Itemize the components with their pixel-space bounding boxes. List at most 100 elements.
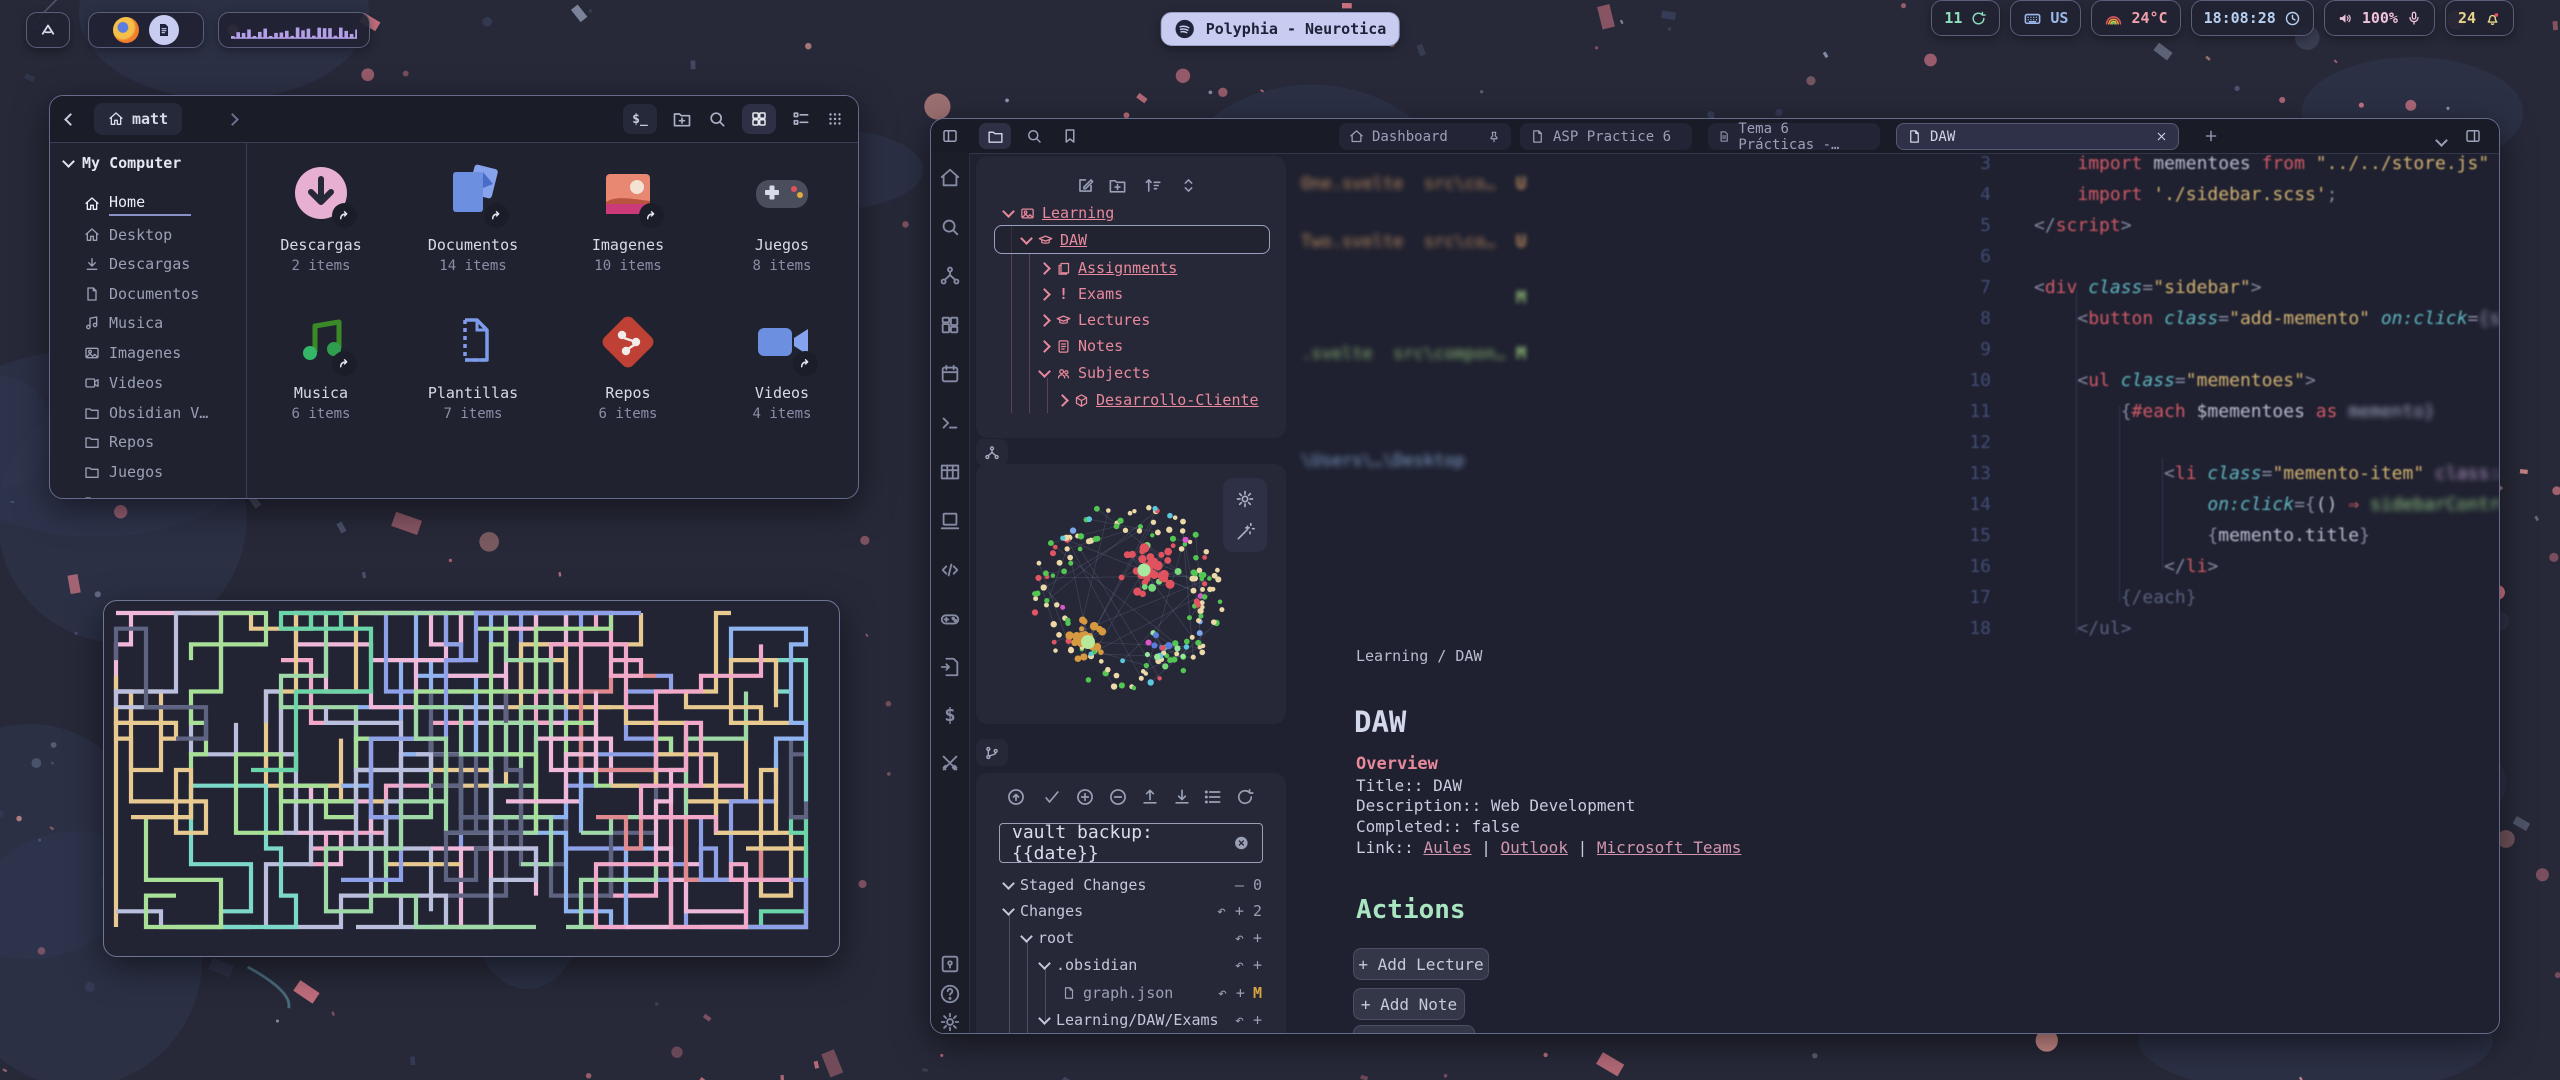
add-lecture-button[interactable]: + Add Lecture (1353, 948, 1489, 980)
sidebar-item-repos[interactable]: Repos (84, 430, 154, 454)
tree-item-learning[interactable]: Learning (1004, 201, 1114, 225)
ribbon-home-icon[interactable] (939, 167, 961, 189)
forward-button[interactable] (228, 109, 237, 128)
graph-view-button[interactable] (976, 439, 1008, 466)
volume-widget[interactable]: 100% (2324, 0, 2435, 36)
git-row-controls[interactable]: ↶ + (1218, 984, 1245, 1002)
git-panel-button[interactable] (976, 739, 1008, 766)
updates-widget[interactable]: 11 (1931, 0, 2000, 36)
git-commit-push-icon[interactable] (1006, 787, 1026, 807)
help-icon[interactable] (939, 983, 961, 1005)
ribbon-table-icon[interactable] (939, 461, 961, 483)
list-view-button[interactable] (791, 109, 811, 129)
git-row-controls[interactable]: ↶ + (1235, 956, 1262, 974)
commit-message-input[interactable]: vault backup: {{date}} (999, 823, 1263, 863)
fm-sidebar-header[interactable]: My Computer (64, 154, 181, 172)
folder-descargas[interactable]: Descargas2 items (246, 162, 396, 274)
graph-wand-icon[interactable] (1235, 522, 1255, 542)
ribbon-swords-icon[interactable] (939, 752, 961, 774)
folder-tab-button[interactable] (979, 123, 1011, 149)
firefox-icon[interactable] (113, 17, 139, 43)
ribbon-code-icon[interactable] (939, 559, 961, 581)
git-row-controls[interactable]: ↶ + 2 (1217, 902, 1262, 920)
git-row-controls[interactable]: ↶ + (1235, 929, 1262, 947)
new-folder-button[interactable] (672, 109, 692, 129)
toggle-left-sidebar-icon[interactable] (941, 127, 959, 145)
new-note-icon[interactable] (1076, 176, 1095, 195)
ribbon-calendar-icon[interactable] (939, 363, 961, 385)
sidebar-item-videos[interactable]: Videos (84, 371, 163, 395)
folder-videos[interactable]: Videos4 items (707, 310, 857, 422)
ribbon-canvas-icon[interactable] (939, 314, 961, 336)
tree-item-desarrollo-cliente[interactable]: Desarrollo-Cliente (1058, 388, 1259, 412)
settings-icon[interactable] (939, 1011, 961, 1033)
sidebar-item-imagenes[interactable]: Imagenes (84, 341, 181, 365)
note-breadcrumb[interactable]: Learning / DAW (1356, 647, 1482, 665)
sidebar-item-descargas[interactable]: Descargas (84, 252, 190, 276)
folder-musica[interactable]: Musica6 items (246, 310, 396, 422)
git-row-staged[interactable]: Staged Changes — 0 (1004, 873, 1286, 897)
sidebar-item-obsidian-vault[interactable]: Obsidian V… (84, 401, 208, 425)
tree-item-notes[interactable]: Notes (1040, 334, 1123, 358)
folder-plantillas[interactable]: Plantillas7 items (398, 310, 548, 422)
new-folder-icon[interactable] (1108, 176, 1127, 195)
sidebar-item-partial[interactable] (84, 490, 100, 499)
tree-item-lectures[interactable]: Lectures (1040, 308, 1150, 332)
back-button[interactable] (66, 109, 75, 128)
ribbon-gamepad-icon[interactable] (939, 608, 961, 630)
add-note-button[interactable]: + Add Note (1353, 988, 1465, 1020)
link-aules[interactable]: Aules (1423, 838, 1471, 857)
ribbon-terminal-icon[interactable] (939, 412, 961, 434)
git-commit-icon[interactable] (1042, 787, 1062, 807)
link-microsoft-teams[interactable]: Microsoft Teams (1597, 838, 1742, 857)
git-row-graph-json[interactable]: graph.json ↶ +M (1062, 981, 1286, 1005)
clear-input-icon[interactable] (1233, 834, 1250, 852)
git-row-root[interactable]: root ↶ + (1022, 926, 1286, 950)
link-outlook[interactable]: Outlook (1501, 838, 1568, 857)
folder-repos[interactable]: Repos6 items (553, 310, 703, 422)
git-pull-icon[interactable] (1172, 787, 1192, 807)
git-refresh-icon[interactable] (1235, 787, 1255, 807)
git-unstage-all-icon[interactable] (1108, 787, 1128, 807)
search-tab-icon[interactable] (1025, 127, 1043, 145)
breadcrumb[interactable]: matt (94, 103, 182, 135)
folder-documentos[interactable]: Documentos14 items (398, 162, 548, 274)
tree-item-daw[interactable]: DAW (1022, 228, 1087, 252)
ribbon-search-icon[interactable] (939, 216, 961, 238)
ribbon-file-import-icon[interactable] (939, 656, 961, 678)
ribbon-dollar-icon[interactable]: $ (939, 704, 961, 726)
open-terminal-button[interactable]: $_ (623, 104, 657, 134)
sidebar-item-desktop[interactable]: Desktop (84, 223, 172, 247)
compact-view-button[interactable] (826, 110, 844, 128)
search-button[interactable] (707, 109, 727, 129)
git-stage-all-icon[interactable] (1075, 787, 1095, 807)
weather-widget[interactable]: 24°C (2091, 0, 2180, 36)
ribbon-book-icon[interactable] (939, 510, 961, 532)
git-row-controls[interactable]: — 0 (1235, 876, 1262, 894)
grid-view-button[interactable] (742, 104, 776, 134)
folder-imagenes[interactable]: Imagenes10 items (553, 162, 703, 274)
git-row-exams[interactable]: Learning/DAW/Exams ↶ + (1040, 1008, 1286, 1032)
tree-item-subjects[interactable]: Subjects (1040, 361, 1150, 385)
sidebar-item-juegos[interactable]: Juegos (84, 460, 163, 484)
sidebar-item-documentos[interactable]: Documentos (84, 282, 199, 306)
media-widget[interactable]: Polyphia - Neurotica (1161, 12, 1400, 46)
git-push-icon[interactable] (1140, 787, 1160, 807)
launcher-button[interactable] (26, 12, 70, 48)
vault-switcher-icon[interactable] (939, 953, 961, 975)
active-app-document-icon[interactable] (149, 15, 179, 45)
folder-juegos[interactable]: Juegos8 items (707, 162, 857, 274)
bookmark-tab-icon[interactable] (1061, 127, 1079, 145)
collapse-all-icon[interactable] (1179, 176, 1198, 195)
tree-item-exams[interactable]: ! Exams (1040, 282, 1123, 306)
sidebar-item-home[interactable]: Home (84, 192, 191, 216)
graph-settings-icon[interactable] (1235, 489, 1255, 509)
keyboard-layout-widget[interactable]: US (2010, 0, 2081, 36)
git-row-obsidian[interactable]: .obsidian ↶ + (1040, 953, 1286, 977)
sort-icon[interactable] (1144, 176, 1163, 195)
partial-button[interactable] (1353, 1025, 1475, 1034)
git-row-controls[interactable]: ↶ + (1235, 1011, 1262, 1029)
ribbon-graph-icon[interactable] (939, 265, 961, 287)
notifications-widget[interactable]: 24 (2445, 0, 2514, 36)
git-changes-list-icon[interactable] (1203, 787, 1223, 807)
